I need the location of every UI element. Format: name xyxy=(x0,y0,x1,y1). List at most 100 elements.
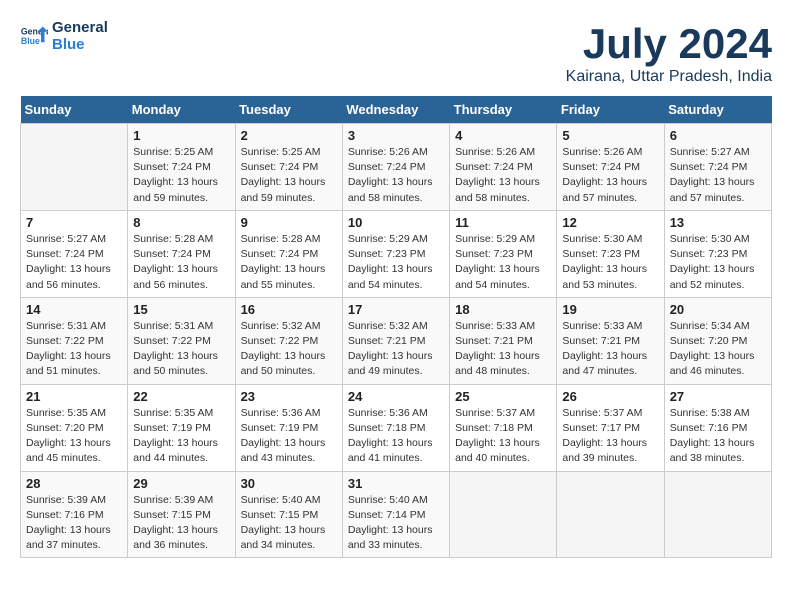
day-number: 15 xyxy=(133,302,229,317)
calendar-cell: 22 Sunrise: 5:35 AMSunset: 7:19 PMDayligh… xyxy=(128,384,235,471)
day-info: Sunrise: 5:32 AMSunset: 7:21 PMDaylight:… xyxy=(348,319,444,380)
calendar-cell: 31Sunrise: 5:40 AMSunset: 7:14 PMDayligh… xyxy=(342,471,449,558)
day-info: Sunrise: 5:31 AMSunset: 7:22 PMDaylight:… xyxy=(26,319,122,380)
calendar-cell: 2 Sunrise: 5:25 AMSunset: 7:24 PMDaylight… xyxy=(235,124,342,211)
day-info: Sunrise: 5:35 AMSunset: 7:20 PMDaylight:… xyxy=(26,406,122,467)
calendar-cell: 12 Sunrise: 5:30 AMSunset: 7:23 PMDayligh… xyxy=(557,210,664,297)
day-info: Sunrise: 5:37 AMSunset: 7:17 PMDaylight:… xyxy=(562,406,658,467)
day-info: Sunrise: 5:28 AMSunset: 7:24 PMDaylight:… xyxy=(133,232,229,293)
calendar-cell: 18 Sunrise: 5:33 AMSunset: 7:21 PMDayligh… xyxy=(450,297,557,384)
calendar-cell: 13 Sunrise: 5:30 AMSunset: 7:23 PMDayligh… xyxy=(664,210,771,297)
day-info: Sunrise: 5:27 AMSunset: 7:24 PMDaylight:… xyxy=(670,145,766,206)
day-number: 10 xyxy=(348,215,444,230)
calendar-cell: 17 Sunrise: 5:32 AMSunset: 7:21 PMDayligh… xyxy=(342,297,449,384)
calendar-cell: 30 Sunrise: 5:40 AMSunset: 7:15 PMDayligh… xyxy=(235,471,342,558)
day-number: 21 xyxy=(26,389,122,404)
day-number: 26 xyxy=(562,389,658,404)
day-info: Sunrise: 5:39 AMSunset: 7:15 PMDaylight:… xyxy=(133,493,229,554)
day-info: Sunrise: 5:25 AMSunset: 7:24 PMDaylight:… xyxy=(133,145,229,206)
day-info: Sunrise: 5:28 AMSunset: 7:24 PMDaylight:… xyxy=(241,232,337,293)
day-number: 31 xyxy=(348,476,444,491)
day-info: Sunrise: 5:30 AMSunset: 7:23 PMDaylight:… xyxy=(562,232,658,293)
calendar-cell: 6Sunrise: 5:27 AMSunset: 7:24 PMDaylight… xyxy=(664,124,771,211)
calendar-cell: 25Sunrise: 5:37 AMSunset: 7:18 PMDayligh… xyxy=(450,384,557,471)
day-info: Sunrise: 5:36 AMSunset: 7:18 PMDaylight:… xyxy=(348,406,444,467)
calendar-week-3: 14 Sunrise: 5:31 AMSunset: 7:22 PMDayligh… xyxy=(21,297,772,384)
day-info: Sunrise: 5:26 AMSunset: 7:24 PMDaylight:… xyxy=(562,145,658,206)
day-info: Sunrise: 5:26 AMSunset: 7:24 PMDaylight:… xyxy=(455,145,551,206)
calendar-cell: 24Sunrise: 5:36 AMSunset: 7:18 PMDayligh… xyxy=(342,384,449,471)
calendar-cell: 20Sunrise: 5:34 AMSunset: 7:20 PMDayligh… xyxy=(664,297,771,384)
day-number: 19 xyxy=(562,302,658,317)
day-number: 9 xyxy=(241,215,337,230)
calendar-cell: 10 Sunrise: 5:29 AMSunset: 7:23 PMDayligh… xyxy=(342,210,449,297)
day-info: Sunrise: 5:36 AMSunset: 7:19 PMDaylight:… xyxy=(241,406,337,467)
logo-text-general: General xyxy=(52,20,108,37)
calendar-cell: 23 Sunrise: 5:36 AMSunset: 7:19 PMDayligh… xyxy=(235,384,342,471)
header-sunday: Sunday xyxy=(21,96,128,124)
calendar-table: SundayMondayTuesdayWednesdayThursdayFrid… xyxy=(20,96,772,558)
calendar-cell: 15 Sunrise: 5:31 AMSunset: 7:22 PMDayligh… xyxy=(128,297,235,384)
day-info: Sunrise: 5:30 AMSunset: 7:23 PMDaylight:… xyxy=(670,232,766,293)
day-info: Sunrise: 5:39 AMSunset: 7:16 PMDaylight:… xyxy=(26,493,122,554)
calendar-cell xyxy=(557,471,664,558)
day-number: 27 xyxy=(670,389,766,404)
page-title: July 2024 xyxy=(566,20,772,68)
day-number: 30 xyxy=(241,476,337,491)
svg-text:Blue: Blue xyxy=(21,36,40,46)
day-info: Sunrise: 5:26 AMSunset: 7:24 PMDaylight:… xyxy=(348,145,444,206)
logo: General Blue General Blue xyxy=(20,20,108,53)
header-friday: Friday xyxy=(557,96,664,124)
day-number: 4 xyxy=(455,128,551,143)
calendar-cell: 21 Sunrise: 5:35 AMSunset: 7:20 PMDayligh… xyxy=(21,384,128,471)
calendar-cell: 8 Sunrise: 5:28 AMSunset: 7:24 PMDaylight… xyxy=(128,210,235,297)
logo-icon: General Blue xyxy=(20,23,48,51)
day-info: Sunrise: 5:25 AMSunset: 7:24 PMDaylight:… xyxy=(241,145,337,206)
calendar-cell: 5 Sunrise: 5:26 AMSunset: 7:24 PMDaylight… xyxy=(557,124,664,211)
day-number: 8 xyxy=(133,215,229,230)
day-info: Sunrise: 5:27 AMSunset: 7:24 PMDaylight:… xyxy=(26,232,122,293)
day-number: 2 xyxy=(241,128,337,143)
calendar-header-row: SundayMondayTuesdayWednesdayThursdayFrid… xyxy=(21,96,772,124)
calendar-cell xyxy=(450,471,557,558)
day-number: 11 xyxy=(455,215,551,230)
day-number: 18 xyxy=(455,302,551,317)
header-thursday: Thursday xyxy=(450,96,557,124)
day-number: 13 xyxy=(670,215,766,230)
calendar-cell xyxy=(664,471,771,558)
day-number: 1 xyxy=(133,128,229,143)
day-info: Sunrise: 5:33 AMSunset: 7:21 PMDaylight:… xyxy=(562,319,658,380)
calendar-cell: 4 Sunrise: 5:26 AMSunset: 7:24 PMDaylight… xyxy=(450,124,557,211)
day-info: Sunrise: 5:31 AMSunset: 7:22 PMDaylight:… xyxy=(133,319,229,380)
day-number: 28 xyxy=(26,476,122,491)
calendar-cell: 29Sunrise: 5:39 AMSunset: 7:15 PMDayligh… xyxy=(128,471,235,558)
day-info: Sunrise: 5:34 AMSunset: 7:20 PMDaylight:… xyxy=(670,319,766,380)
day-info: Sunrise: 5:38 AMSunset: 7:16 PMDaylight:… xyxy=(670,406,766,467)
day-number: 14 xyxy=(26,302,122,317)
calendar-cell: 11Sunrise: 5:29 AMSunset: 7:23 PMDayligh… xyxy=(450,210,557,297)
calendar-week-5: 28 Sunrise: 5:39 AMSunset: 7:16 PMDayligh… xyxy=(21,471,772,558)
header-monday: Monday xyxy=(128,96,235,124)
day-info: Sunrise: 5:35 AMSunset: 7:19 PMDaylight:… xyxy=(133,406,229,467)
calendar-cell: 7Sunrise: 5:27 AMSunset: 7:24 PMDaylight… xyxy=(21,210,128,297)
day-info: Sunrise: 5:33 AMSunset: 7:21 PMDaylight:… xyxy=(455,319,551,380)
day-info: Sunrise: 5:29 AMSunset: 7:23 PMDaylight:… xyxy=(348,232,444,293)
logo-text-blue: Blue xyxy=(52,37,108,54)
day-info: Sunrise: 5:40 AMSunset: 7:15 PMDaylight:… xyxy=(241,493,337,554)
title-area: July 2024 Kairana, Uttar Pradesh, India xyxy=(566,20,772,86)
day-number: 16 xyxy=(241,302,337,317)
day-number: 23 xyxy=(241,389,337,404)
day-number: 12 xyxy=(562,215,658,230)
day-info: Sunrise: 5:37 AMSunset: 7:18 PMDaylight:… xyxy=(455,406,551,467)
day-number: 22 xyxy=(133,389,229,404)
calendar-cell: 16 Sunrise: 5:32 AMSunset: 7:22 PMDayligh… xyxy=(235,297,342,384)
header-tuesday: Tuesday xyxy=(235,96,342,124)
day-number: 17 xyxy=(348,302,444,317)
day-number: 5 xyxy=(562,128,658,143)
header-wednesday: Wednesday xyxy=(342,96,449,124)
header-saturday: Saturday xyxy=(664,96,771,124)
calendar-week-4: 21 Sunrise: 5:35 AMSunset: 7:20 PMDayligh… xyxy=(21,384,772,471)
calendar-cell: 3Sunrise: 5:26 AMSunset: 7:24 PMDaylight… xyxy=(342,124,449,211)
day-info: Sunrise: 5:32 AMSunset: 7:22 PMDaylight:… xyxy=(241,319,337,380)
calendar-cell: 1 Sunrise: 5:25 AMSunset: 7:24 PMDaylight… xyxy=(128,124,235,211)
